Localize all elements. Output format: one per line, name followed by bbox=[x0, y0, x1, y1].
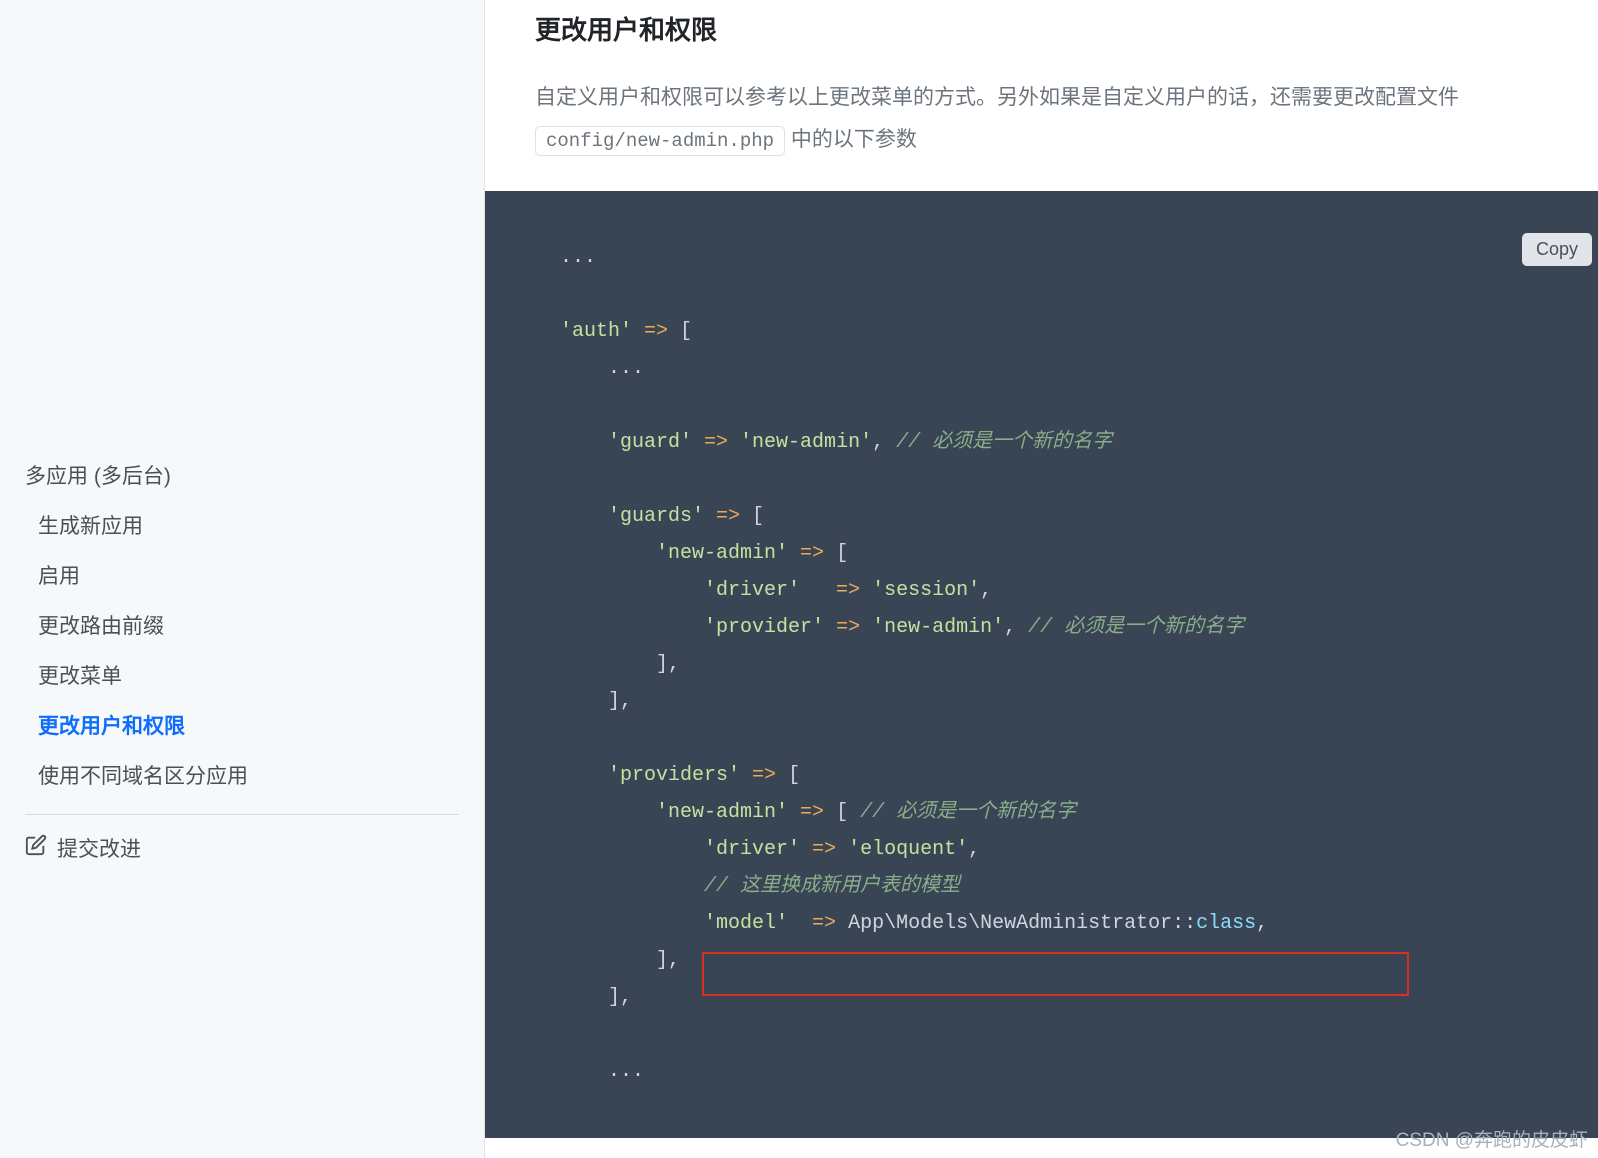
nav-divider bbox=[25, 814, 459, 815]
submit-improvement-link[interactable]: 提交改进 bbox=[25, 833, 459, 863]
edit-icon bbox=[25, 834, 47, 862]
paragraph-pre: 自定义用户和权限可以参考以上更改菜单的方式。另外如果是自定义用户的话，还需要更改… bbox=[535, 86, 1459, 109]
improve-label: 提交改进 bbox=[57, 833, 141, 863]
nav-item-enable[interactable]: 启用 bbox=[25, 550, 459, 600]
inline-code: config/new-admin.php bbox=[535, 126, 785, 156]
nav-list: 生成新应用 启用 更改路由前缀 更改菜单 更改用户和权限 使用不同域名区分应用 bbox=[25, 500, 459, 800]
section-paragraph: 自定义用户和权限可以参考以上更改菜单的方式。另外如果是自定义用户的话，还需要更改… bbox=[535, 77, 1598, 161]
main-content: 更改用户和权限 自定义用户和权限可以参考以上更改菜单的方式。另外如果是自定义用户… bbox=[485, 0, 1598, 1158]
paragraph-post: 中的以下参数 bbox=[791, 128, 917, 151]
nav-item-change-menu[interactable]: 更改菜单 bbox=[25, 650, 459, 700]
nav-item-generate[interactable]: 生成新应用 bbox=[25, 500, 459, 550]
section-title: 更改用户和权限 bbox=[535, 10, 1598, 47]
nav-item-domain-split[interactable]: 使用不同域名区分应用 bbox=[25, 750, 459, 800]
nav-item-route-prefix[interactable]: 更改路由前缀 bbox=[25, 600, 459, 650]
sidebar: 多应用 (多后台) 生成新应用 启用 更改路由前缀 更改菜单 更改用户和权限 使… bbox=[0, 0, 485, 1158]
code-block-wrapper: Copy ... 'auth' => [ ... 'guard' => 'new… bbox=[485, 191, 1598, 1138]
nav-item-change-user-perm[interactable]: 更改用户和权限 bbox=[25, 700, 459, 750]
watermark: CSDN @奔跑的皮皮虾 bbox=[1396, 1125, 1588, 1152]
copy-button[interactable]: Copy bbox=[1522, 233, 1592, 266]
code-block: ... 'auth' => [ ... 'guard' => 'new-admi… bbox=[485, 191, 1598, 1138]
nav-heading: 多应用 (多后台) bbox=[25, 450, 459, 500]
